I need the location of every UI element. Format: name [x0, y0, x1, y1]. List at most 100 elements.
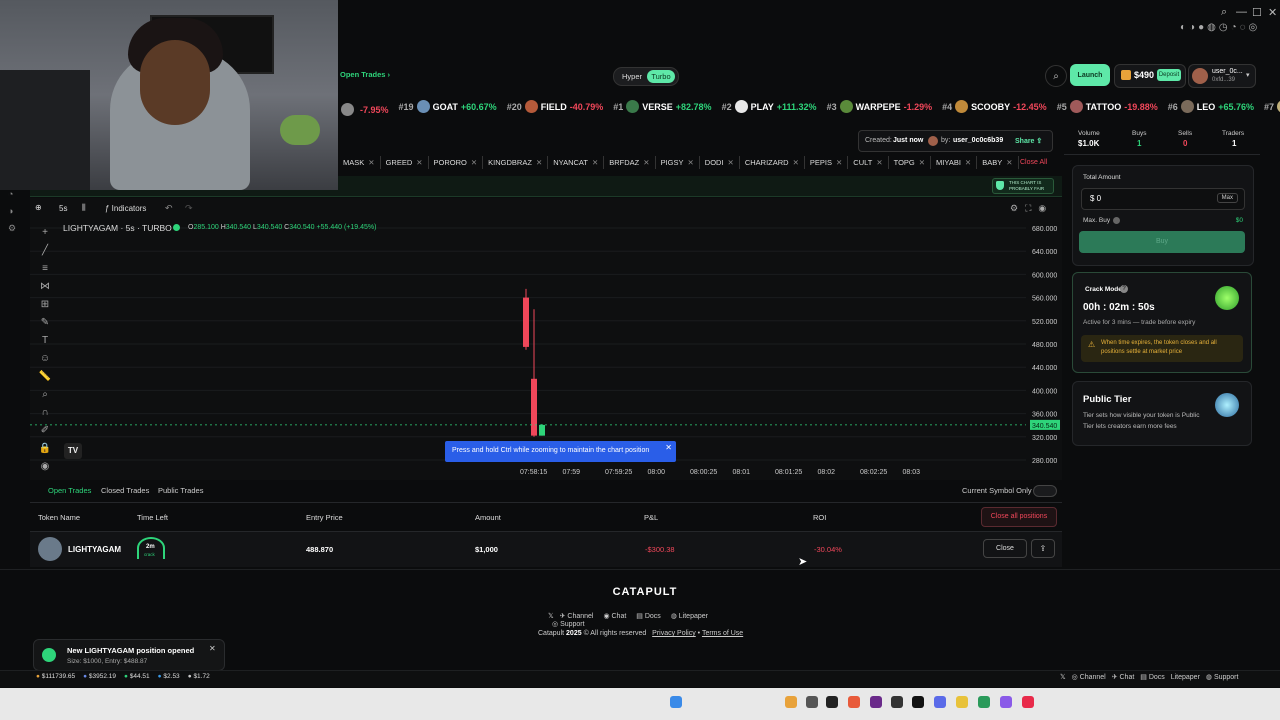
close-icon[interactable]: ✕	[965, 158, 971, 167]
close-icon[interactable]: ✕	[665, 443, 672, 452]
close-icon[interactable]: ✕	[209, 644, 216, 653]
drawing-tools[interactable]: + ╱ ≡ ⋈ ⊞ ✎ T ☺ 📏 ⌕ ∩ ✐ 🔒 ◉	[36, 224, 54, 476]
amount-input[interactable]: $ 0 Max	[1081, 188, 1245, 210]
token-tab[interactable]: BABY ✕	[977, 156, 1019, 169]
token-tab[interactable]: NYANCAT ✕	[548, 156, 605, 169]
interval-selector[interactable]: 5s	[59, 204, 67, 213]
footer-link-support[interactable]: ◎ Support	[552, 620, 585, 628]
close-icon[interactable]: ✕	[416, 158, 422, 167]
close-all-positions-button[interactable]: Close all positions	[981, 507, 1057, 527]
bottom-link-channel[interactable]: ◎ Channel	[1072, 674, 1106, 681]
chart-panel[interactable]: 680.000 640.000 600.000 560.000 520.000 480.0…	[30, 198, 1062, 480]
candle-body[interactable]	[539, 424, 545, 436]
add-icon[interactable]: ⊕	[35, 203, 42, 212]
public-tier-panel[interactable]: Public Tier Tier sets how visible your t…	[1072, 381, 1252, 446]
candle-type-icon[interactable]: ⫼	[82, 203, 86, 213]
close-icon[interactable]: ✕	[1268, 6, 1277, 19]
mode-toggle[interactable]: Hyper Turbo	[613, 67, 679, 86]
ticker-item[interactable]: #3 WARPEPE -1.29%	[827, 100, 932, 113]
chart-settings-icons[interactable]: ⚙⛶◉	[1010, 203, 1053, 214]
close-icon[interactable]: ✕	[793, 158, 799, 167]
close-icon[interactable]: ✕	[1006, 158, 1012, 167]
close-icon[interactable]: ✕	[688, 158, 694, 167]
share-icon[interactable]: ⇪	[1031, 539, 1055, 558]
token-tab[interactable]: PORORO ✕	[429, 156, 484, 169]
max-button[interactable]: Max	[1216, 193, 1238, 203]
close-icon[interactable]: ✕	[471, 158, 477, 167]
ticker-item[interactable]: #6 LEO +65.76%	[1168, 100, 1254, 113]
ticker-item[interactable]: #2 PLAY +111.32%	[722, 100, 817, 113]
close-icon[interactable]: ✕	[592, 158, 598, 167]
token-tab[interactable]: MIYABI ✕	[931, 156, 978, 169]
help-icon[interactable]: ?	[1120, 285, 1128, 293]
creator-user[interactable]: user_0c0c6b39	[953, 137, 1003, 144]
tab-open-trades[interactable]: Open Trades	[48, 486, 91, 495]
token-tab[interactable]: CHARIZARD ✕	[740, 156, 805, 169]
taskbar-app-icon[interactable]	[1022, 696, 1034, 708]
mode-hyper[interactable]: Hyper	[622, 72, 642, 81]
token-tab[interactable]: PIGSY ✕	[656, 156, 700, 169]
tab-public-trades[interactable]: Public Trades	[158, 486, 203, 495]
token-tab[interactable]: GREED ✕	[381, 156, 429, 169]
taskbar-app-icon[interactable]	[912, 696, 924, 708]
close-icon[interactable]: ✕	[368, 158, 374, 167]
close-icon[interactable]: ✕	[876, 158, 882, 167]
taskbar-app-icon[interactable]	[956, 696, 968, 708]
taskbar-app-icon[interactable]	[806, 696, 818, 708]
token-tab[interactable]: TOPG ✕	[889, 156, 932, 169]
close-position-button[interactable]: Close	[983, 539, 1027, 558]
close-icon[interactable]: ✕	[728, 158, 734, 167]
taskbar-app-icon[interactable]	[826, 696, 838, 708]
bottom-link-litepaper[interactable]: Litepaper	[1171, 674, 1200, 681]
taskbar-app-icon[interactable]	[978, 696, 990, 708]
ticker-item[interactable]: #7TOM-10.09%	[1264, 100, 1280, 113]
buy-button[interactable]: Buy	[1079, 231, 1245, 253]
current-symbol-toggle[interactable]	[1033, 485, 1057, 497]
search-icon[interactable]: ⌕	[1221, 6, 1227, 19]
price-chart[interactable]: 680.000 640.000 600.000 560.000 520.000 480.0…	[30, 198, 1062, 480]
close-icon[interactable]: ✕	[836, 158, 842, 167]
side-icons[interactable]: ◔ ◑ ⚙	[8, 186, 16, 237]
launch-button[interactable]: Launch	[1070, 64, 1110, 86]
bottom-link-support[interactable]: ◍ Support	[1206, 674, 1239, 681]
minimize-icon[interactable]: —	[1236, 6, 1247, 18]
maximize-icon[interactable]: ☐	[1252, 6, 1262, 19]
close-icon[interactable]: ✕	[919, 158, 925, 167]
indicators-button[interactable]: ƒ Indicators	[105, 204, 146, 213]
ticker-item[interactable]: #20 FIELD -40.79%	[507, 100, 603, 113]
footer-link-litepaper[interactable]: ◍ Litepaper	[671, 612, 708, 620]
redo-icon[interactable]: ↷	[185, 203, 193, 214]
row-token-name[interactable]: LIGHTYAGAM	[68, 545, 121, 554]
terms-link[interactable]: Terms of Use	[702, 630, 743, 637]
ticker-item[interactable]: -7.95%	[338, 103, 389, 116]
close-icon[interactable]: ✕	[643, 158, 649, 167]
candle-body[interactable]	[531, 378, 537, 436]
taskbar-app-icon[interactable]	[785, 696, 797, 708]
taskbar-app-icon[interactable]	[670, 696, 682, 708]
taskbar-app-icon[interactable]	[870, 696, 882, 708]
footer-link-docs[interactable]: ▤ Docs	[636, 612, 661, 620]
close-icon[interactable]: ✕	[536, 158, 542, 167]
token-tab[interactable]: DODI ✕	[700, 156, 740, 169]
tab-closed-trades[interactable]: Closed Trades	[101, 486, 149, 495]
token-tab[interactable]: PEPIS ✕	[805, 156, 849, 169]
token-tab[interactable]: MASK ✕	[338, 156, 381, 169]
footer-link-chat[interactable]: ◉ Chat	[603, 612, 626, 620]
bottom-link-docs[interactable]: ▤ Docs	[1140, 674, 1165, 681]
mode-turbo[interactable]: Turbo	[647, 70, 675, 83]
taskbar-app-icon[interactable]	[848, 696, 860, 708]
undo-icon[interactable]: ↶	[165, 203, 173, 214]
ticker-item[interactable]: #19 GOAT +60.67%	[399, 100, 497, 113]
privacy-link[interactable]: Privacy Policy	[652, 630, 696, 637]
browser-extension-icons[interactable]: ◐◑●◍◷◔◌◎	[1180, 22, 1260, 33]
taskbar-app-icon[interactable]	[891, 696, 903, 708]
token-tab[interactable]: BRFDAZ ✕	[604, 156, 656, 169]
ticker-item[interactable]: #4 SCOOBY -12.45%	[942, 100, 1047, 113]
close-all-tabs-button[interactable]: Close All	[1020, 159, 1047, 166]
ticker-item[interactable]: #5 TATTOO -19.88%	[1057, 100, 1158, 113]
balance-widget[interactable]: $490 Deposit	[1114, 64, 1186, 88]
token-tab[interactable]: CULT ✕	[848, 156, 889, 169]
x-icon[interactable]: 𝕏	[1060, 674, 1066, 681]
user-menu[interactable]: user_0c... 0xfd...39 ▾	[1188, 64, 1256, 88]
open-trades-link[interactable]: Open Trades ›	[340, 70, 390, 79]
